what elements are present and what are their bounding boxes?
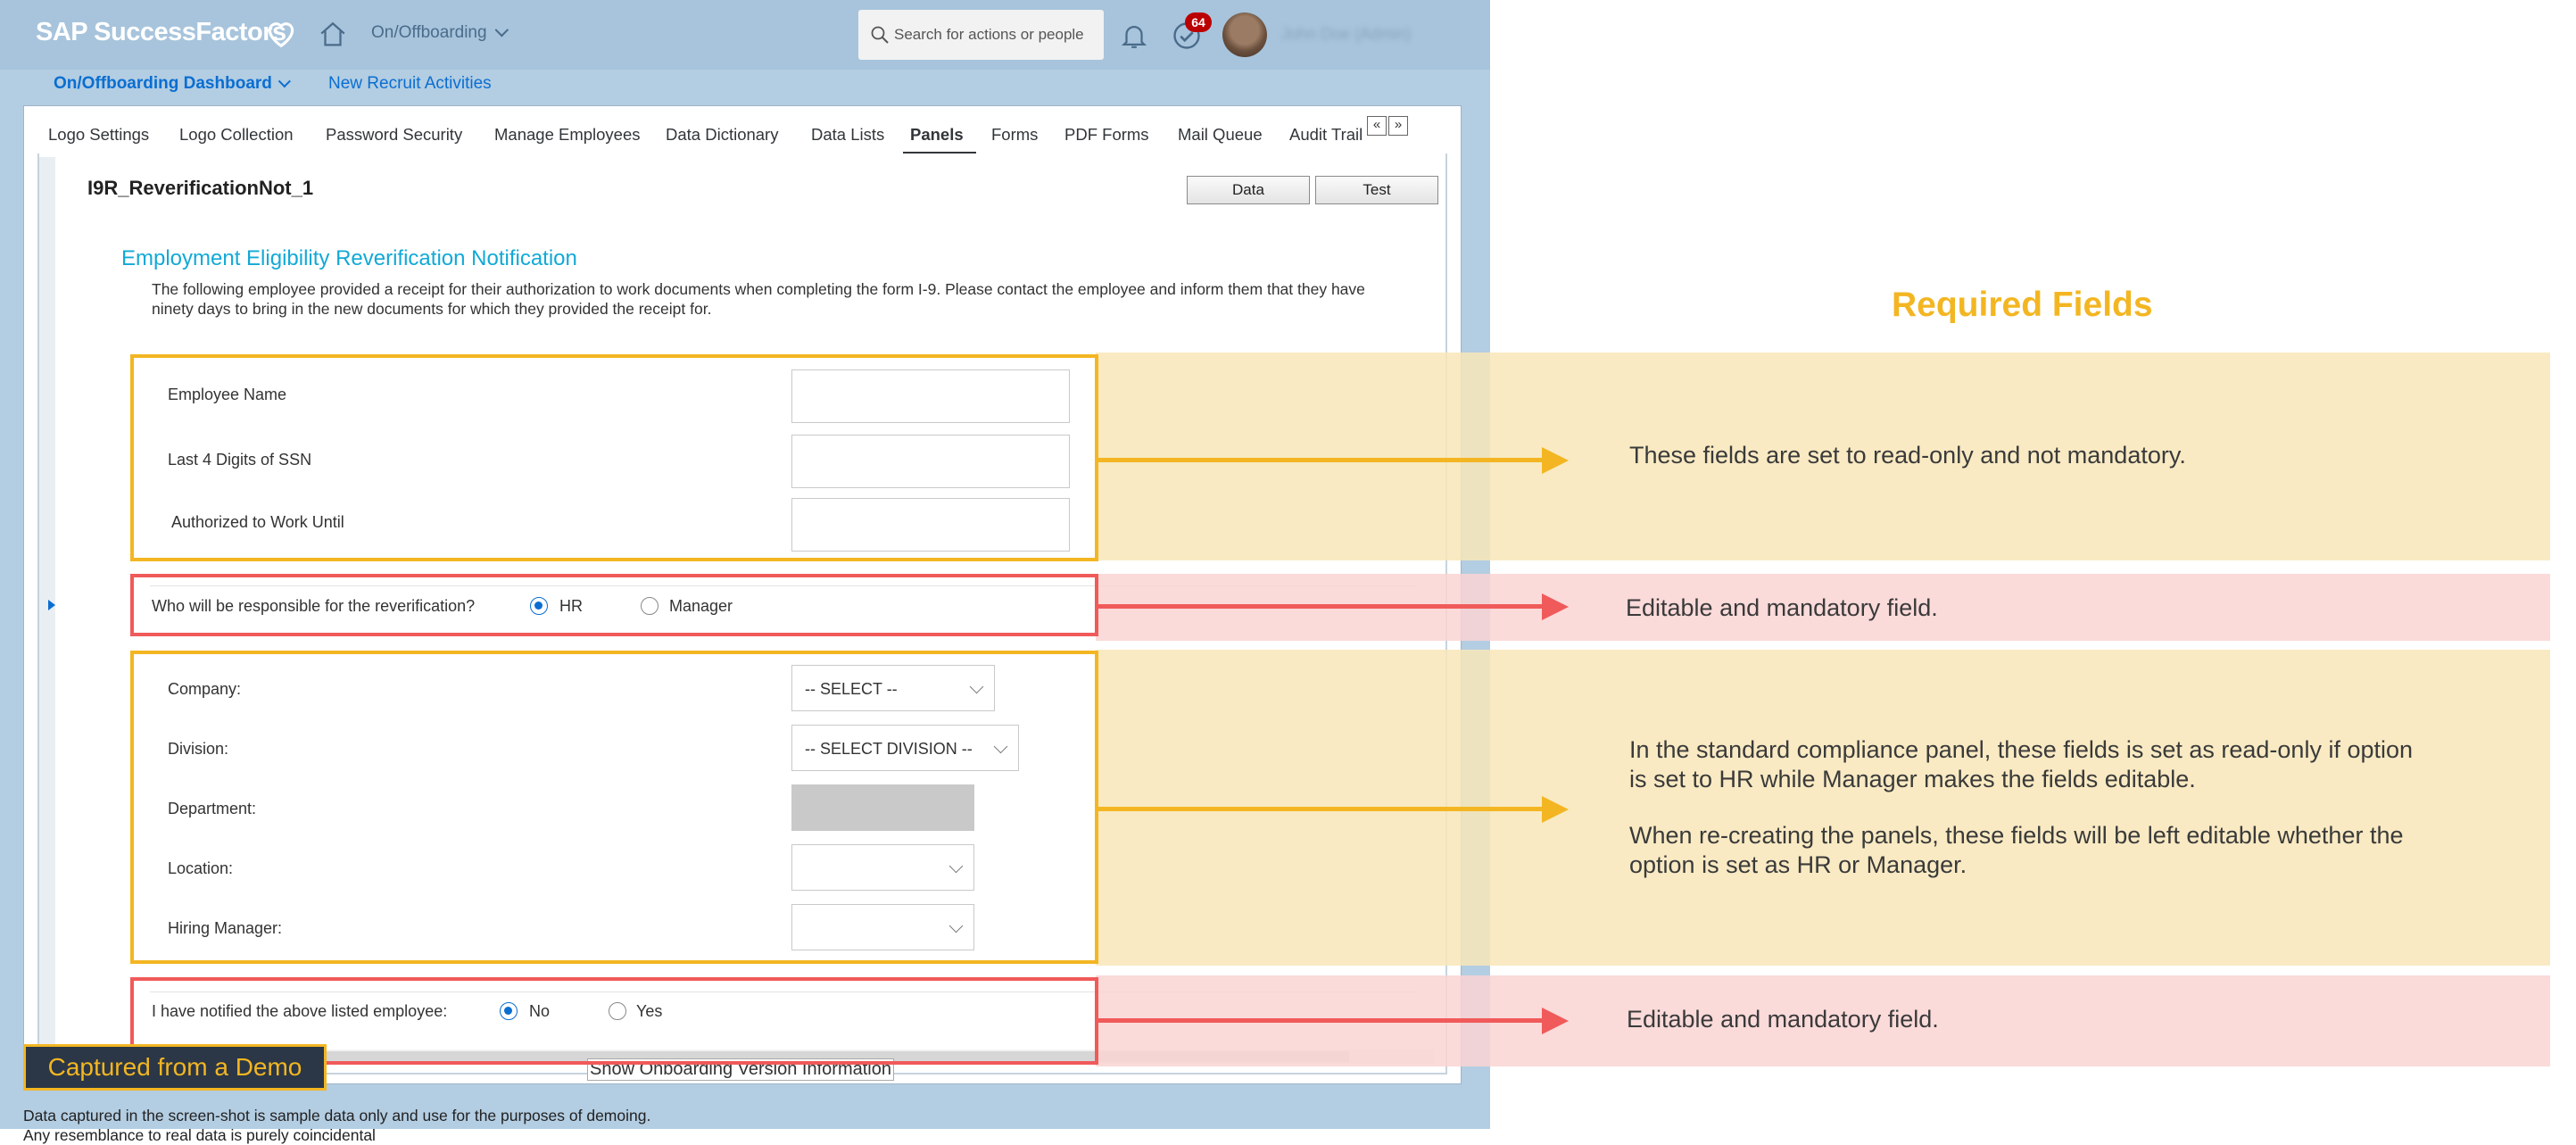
readonly-note: These fields are set to read-only and no…	[1629, 442, 2186, 469]
todo-count-badge: 64	[1185, 12, 1212, 32]
user-name[interactable]: John Doe (Admin)	[1281, 25, 1411, 44]
arrow-line	[1098, 604, 1546, 609]
org-highlight-box	[130, 651, 1098, 964]
editable-note: Editable and mandatory field.	[1626, 594, 1938, 621]
tab-scroll-left-button[interactable]: «	[1367, 116, 1387, 136]
search-box[interactable]	[858, 10, 1104, 60]
tab-password-security[interactable]: Password Security	[326, 125, 462, 145]
home-icon[interactable]	[318, 20, 348, 50]
avatar[interactable]	[1222, 12, 1267, 57]
arrow-line	[1098, 807, 1546, 811]
tab-pdf-forms[interactable]: PDF Forms	[1064, 125, 1149, 145]
tab-data-lists[interactable]: Data Lists	[811, 125, 884, 145]
notification-bell-icon[interactable]	[1119, 20, 1149, 52]
expand-caret-icon[interactable]	[48, 600, 55, 610]
module-label: On/Offboarding	[371, 23, 487, 42]
module-switcher[interactable]: On/Offboarding	[371, 22, 509, 43]
required-fields-title: Required Fields	[1892, 286, 2153, 324]
heart-logo-icon	[268, 22, 294, 48]
org-note-standard: In the standard compliance panel, these …	[1629, 736, 2414, 792]
arrow-right-icon	[1542, 796, 1569, 823]
brand-logo[interactable]: SAP SuccessFactors	[36, 18, 286, 47]
arrow-right-icon	[1542, 593, 1569, 620]
tab-data-dictionary[interactable]: Data Dictionary	[666, 125, 778, 145]
tab-manage-employees[interactable]: Manage Employees	[494, 125, 641, 145]
editable-note: Editable and mandatory field.	[1627, 1006, 1939, 1033]
section-heading: Employment Eligibility Reverification No…	[121, 246, 577, 270]
tab-mail-queue[interactable]: Mail Queue	[1178, 125, 1263, 145]
nav-new-recruit-link[interactable]: New Recruit Activities	[328, 74, 492, 94]
arrow-right-icon	[1542, 1008, 1569, 1034]
demo-badge: Captured from a Demo	[23, 1044, 327, 1091]
admin-tab-bar: Logo Settings Logo Collection Password S…	[48, 116, 1440, 155]
arrow-right-icon	[1542, 447, 1569, 474]
responsible-highlight-box	[130, 574, 1098, 636]
section-intro-text: The following employee provided a receip…	[152, 280, 1365, 318]
panel-left-rail	[39, 157, 55, 1071]
data-button[interactable]: Data	[1187, 176, 1310, 204]
search-input[interactable]	[894, 24, 1095, 46]
tab-logo-collection[interactable]: Logo Collection	[179, 125, 294, 145]
nav-dashboard-menu[interactable]: On/Offboarding Dashboard	[54, 74, 291, 94]
arrow-line	[1098, 1018, 1546, 1023]
org-note-recreate: When re-creating the panels, these field…	[1629, 822, 2404, 878]
readonly-highlight-box	[130, 354, 1098, 561]
tab-scroll-right-button[interactable]: »	[1388, 116, 1408, 136]
tab-logo-settings[interactable]: Logo Settings	[48, 125, 149, 145]
tab-panels[interactable]: Panels	[910, 125, 964, 145]
nav-dashboard-label: On/Offboarding Dashboard	[54, 74, 272, 93]
arrow-line	[1098, 458, 1546, 462]
tab-forms[interactable]: Forms	[991, 125, 1038, 145]
search-icon	[871, 26, 889, 44]
panel-name: I9R_ReverificationNot_1	[87, 177, 314, 199]
test-button[interactable]: Test	[1315, 176, 1438, 204]
disclaimer-text: Data captured in the screen-shot is samp…	[23, 1107, 651, 1124]
